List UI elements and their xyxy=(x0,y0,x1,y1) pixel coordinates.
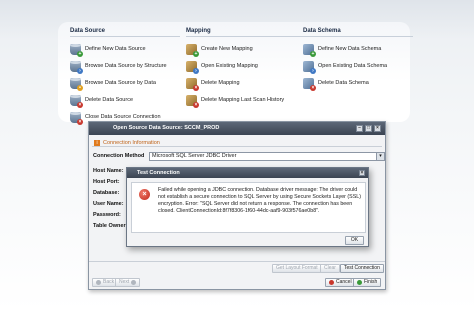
delete-scan-history-label: Delete Mapping Last Scan History xyxy=(201,97,285,103)
ok-label: OK xyxy=(350,237,359,243)
method-value: Microsoft SQL Server JDBC Driver xyxy=(152,153,237,159)
database-search-icon: • xyxy=(70,77,83,91)
method-label: Connection Method xyxy=(93,153,145,159)
finish-label: Finish xyxy=(364,279,378,285)
browse-by-data-item[interactable]: • Browse Data Source by Data xyxy=(70,76,180,91)
test-connection-label: Test Connection xyxy=(344,265,380,271)
data-source-menu: Data Source + Define New Data Source › B… xyxy=(70,28,180,127)
database-label: Database: xyxy=(93,190,120,196)
clear-label: Clear xyxy=(324,265,336,271)
error-icon: × xyxy=(139,189,150,200)
delete-data-source-label: Delete Data Source xyxy=(85,97,133,103)
get-layout-format-button[interactable]: Get Layout Format xyxy=(272,264,322,273)
delete-schema-label: Delete Data Schema xyxy=(318,80,369,86)
create-mapping-label: Create New Mapping xyxy=(201,46,253,52)
open-mapping-item[interactable]: › Open Existing Mapping xyxy=(186,59,304,74)
data-schema-title: Data Schema xyxy=(303,28,413,37)
define-schema-item[interactable]: + Define New Data Schema xyxy=(303,42,413,57)
database-browse-icon: › xyxy=(70,60,83,74)
open-schema-item[interactable]: › Open Existing Data Schema xyxy=(303,59,413,74)
delete-data-source-item[interactable]: × Delete Data Source xyxy=(70,93,180,108)
table-owner-label: Table Owner: xyxy=(93,223,128,229)
open-schema-label: Open Existing Data Schema xyxy=(318,63,388,69)
browse-by-structure-label: Browse Data Source by Structure xyxy=(85,63,167,69)
test-connection-error-dialog: Test Connection × × Failed while opening… xyxy=(126,167,369,247)
cancel-icon xyxy=(329,280,334,285)
close-icon[interactable]: × xyxy=(374,125,381,132)
test-connection-button[interactable]: Test Connection xyxy=(340,264,384,273)
minimize-icon[interactable]: – xyxy=(356,125,363,132)
mapping-open-icon: › xyxy=(186,60,199,74)
finish-icon xyxy=(357,280,362,285)
error-close-icon[interactable]: × xyxy=(359,170,365,176)
define-schema-label: Define New Data Schema xyxy=(318,46,382,52)
host-port-label: Host Port: xyxy=(93,179,120,185)
data-schema-menu: Data Schema + Define New Data Schema › O… xyxy=(303,28,413,93)
error-message-text: Failed while opening a JDBC connection. … xyxy=(158,187,361,214)
password-label: Password: xyxy=(93,212,121,218)
cancel-button[interactable]: Cancel xyxy=(325,278,356,287)
browse-by-structure-item[interactable]: › Browse Data Source by Structure xyxy=(70,59,180,74)
dialog-title: Open Source Data Source: SCCM_PROD xyxy=(113,125,220,131)
schema-add-icon: + xyxy=(303,43,316,57)
back-label: Back xyxy=(103,279,115,285)
next-button[interactable]: Next xyxy=(115,278,141,287)
mapping-history-delete-icon: × xyxy=(186,94,199,108)
mapping-menu: Mapping + Create New Mapping › Open Exis… xyxy=(186,28,304,110)
database-close-icon: × xyxy=(70,111,83,125)
error-dialog-title-bar[interactable]: Test Connection × xyxy=(127,168,368,178)
clear-button[interactable]: Clear xyxy=(320,264,340,273)
delete-scan-history-item[interactable]: × Delete Mapping Last Scan History xyxy=(186,93,304,108)
error-message-panel: × Failed while opening a JDBC connection… xyxy=(131,182,366,233)
browse-by-data-label: Browse Data Source by Data xyxy=(85,80,156,86)
create-mapping-item[interactable]: + Create New Mapping xyxy=(186,42,304,57)
connection-info-title: Connection Information xyxy=(103,139,160,146)
back-arrow-icon xyxy=(96,280,101,285)
maximize-icon[interactable]: □ xyxy=(365,125,372,132)
delete-mapping-item[interactable]: × Delete Mapping xyxy=(186,76,304,91)
mapping-title: Mapping xyxy=(186,28,304,37)
open-mapping-label: Open Existing Mapping xyxy=(201,63,258,69)
schema-delete-icon: × xyxy=(303,77,316,91)
method-row: Connection Method Microsoft SQL Server J… xyxy=(93,151,385,162)
host-name-label: Host Name: xyxy=(93,168,124,174)
ok-button[interactable]: OK xyxy=(345,236,364,245)
define-data-source-item[interactable]: + Define New Data Source xyxy=(70,42,180,57)
chevron-down-icon[interactable]: ▾ xyxy=(376,153,384,160)
user-name-label: User Name: xyxy=(93,201,124,207)
get-layout-format-label: Get Layout Format xyxy=(276,265,318,271)
delete-mapping-label: Delete Mapping xyxy=(201,80,240,86)
delete-schema-item[interactable]: × Delete Data Schema xyxy=(303,76,413,91)
connection-info-section: i Connection Information xyxy=(92,139,382,147)
close-connection-label: Close Data Source Connection xyxy=(85,114,161,120)
mapping-add-icon: + xyxy=(186,43,199,57)
connection-info-header: i Connection Information xyxy=(92,139,382,147)
schema-open-icon: › xyxy=(303,60,316,74)
next-label: Next xyxy=(119,279,130,285)
dialog-separator xyxy=(89,261,385,262)
main-menu-panel: Data Source + Define New Data Source › B… xyxy=(58,22,413,125)
mapping-delete-icon: × xyxy=(186,77,199,91)
database-add-icon: + xyxy=(70,43,83,57)
finish-button[interactable]: Finish xyxy=(353,278,382,287)
error-dialog-title: Test Connection xyxy=(137,170,180,176)
title-bar-buttons: – □ × xyxy=(356,125,381,132)
data-source-title: Data Source xyxy=(70,28,180,37)
define-data-source-label: Define New Data Source xyxy=(85,46,146,52)
connection-method-select[interactable]: Microsoft SQL Server JDBC Driver ▾ xyxy=(149,152,385,161)
dialog-title-bar[interactable]: Open Source Data Source: SCCM_PROD – □ × xyxy=(89,122,385,135)
database-delete-icon: × xyxy=(70,94,83,108)
cancel-label: Cancel xyxy=(336,279,352,285)
info-icon: i xyxy=(94,139,100,146)
next-arrow-icon xyxy=(131,280,137,285)
